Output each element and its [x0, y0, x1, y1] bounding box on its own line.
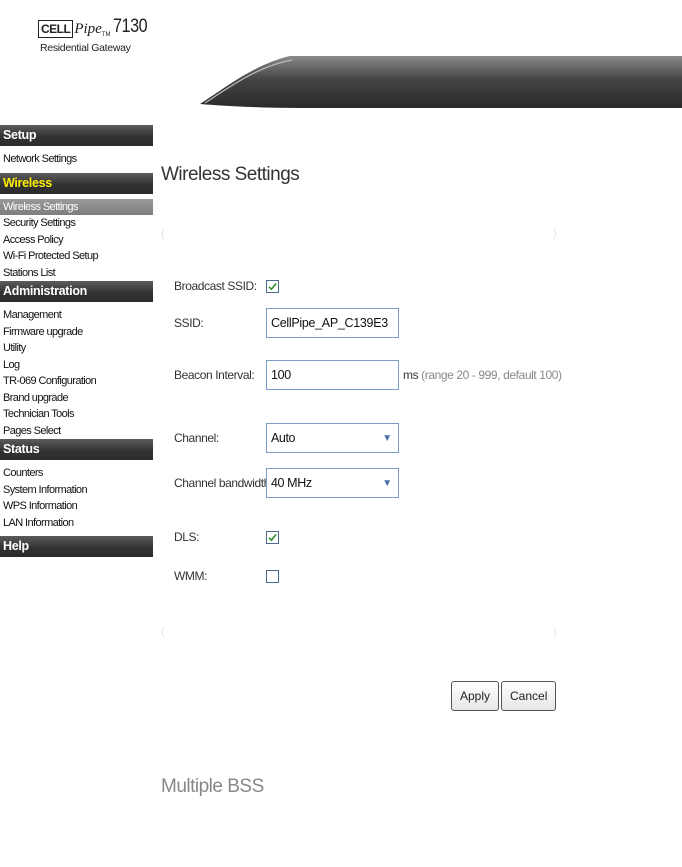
page-title: Wireless Settings — [161, 164, 300, 185]
logo-brand: CELL — [38, 20, 74, 38]
sidebar-item-network-settings[interactable]: Network Settings — [0, 151, 153, 168]
cancel-button[interactable]: Cancel — [501, 681, 557, 711]
chevron-down-icon: ▼ — [382, 432, 392, 444]
sidebar-item-technician-tools[interactable]: Technician Tools — [0, 406, 153, 423]
channel-bandwidth-select[interactable]: 40 MHz ▼ — [266, 468, 399, 498]
ssid-input[interactable] — [266, 308, 399, 338]
sidebar-item-stations-list[interactable]: Stations List — [0, 265, 153, 282]
wmm-label: WMM: — [174, 569, 208, 583]
checkmark-icon — [268, 282, 277, 290]
apply-button[interactable]: Apply — [451, 681, 500, 711]
box-corner: ( — [161, 228, 165, 240]
beacon-interval-unit: ms — [403, 368, 419, 382]
sidebar-item-wireless-settings[interactable]: Wireless Settings — [0, 198, 153, 215]
channel-select-value: Auto — [271, 431, 296, 445]
sidebar-item-access-policy[interactable]: Access Policy — [0, 232, 153, 249]
broadcast-ssid-row: Broadcast SSID: — [174, 278, 279, 294]
box-corner: ) — [553, 626, 557, 638]
broadcast-ssid-checkbox[interactable] — [266, 279, 279, 293]
checkmark-icon — [268, 533, 277, 541]
channel-bandwidth-row: Channel bandwidth: 40 MHz ▼ — [174, 468, 399, 498]
chevron-down-icon: ▼ — [382, 477, 392, 489]
channel-label: Channel: — [174, 431, 219, 445]
sidebar-item-counters[interactable]: Counters — [0, 465, 153, 482]
sidebar-section-wireless[interactable]: Wireless — [0, 172, 153, 194]
sidebar-item-log[interactable]: Log — [0, 357, 153, 374]
wmm-row: WMM: — [174, 568, 279, 584]
box-corner: ( — [161, 626, 165, 638]
sidebar-section-administration[interactable]: Administration — [0, 281, 153, 302]
channel-bandwidth-select-value: 40 MHz — [271, 476, 312, 490]
dls-row: DLS: — [174, 529, 279, 545]
multiple-bss-title: Multiple BSS — [161, 776, 264, 797]
beacon-interval-row: Beacon Interval: ms (range 20 - 999, def… — [174, 360, 562, 390]
broadcast-ssid-label: Broadcast SSID: — [174, 279, 257, 293]
logo-model: 7130 — [112, 16, 148, 37]
ssid-row: SSID: — [174, 308, 399, 338]
beacon-interval-hint: ms (range 20 - 999, default 100) — [403, 368, 562, 382]
main-content: Wireless Settings ( ) Broadcast SSID: SS… — [153, 120, 682, 867]
wmm-checkbox[interactable] — [266, 569, 279, 583]
sidebar-item-pages-select[interactable]: Pages Select — [0, 423, 153, 440]
dls-label: DLS: — [174, 530, 200, 544]
sidebar-nav: Setup Network Settings Wireless Wireless… — [0, 125, 153, 867]
sidebar-item-firmware-upgrade[interactable]: Firmware upgrade — [0, 324, 153, 341]
logo-brand-pipe: Pipe — [74, 21, 102, 37]
sidebar-item-management[interactable]: Management — [0, 307, 153, 324]
sidebar-section-setup[interactable]: Setup — [0, 125, 153, 146]
channel-row: Channel: Auto ▼ — [174, 423, 399, 453]
dls-checkbox[interactable] — [266, 530, 279, 544]
beacon-interval-label: Beacon Interval: — [174, 368, 255, 382]
beacon-interval-range: (range 20 - 999, default 100) — [421, 368, 562, 382]
sidebar-item-lan-information[interactable]: LAN Information — [0, 515, 153, 532]
sidebar-item-brand-upgrade[interactable]: Brand upgrade — [0, 390, 153, 407]
sidebar-item-tr069-configuration[interactable]: TR-069 Configuration — [0, 373, 153, 390]
sidebar-item-security-settings[interactable]: Security Settings — [0, 215, 153, 232]
ssid-label: SSID: — [174, 316, 204, 330]
logo-tagline: Residential Gateway — [40, 42, 131, 54]
sidebar-section-help[interactable]: Help — [0, 536, 153, 557]
box-corner: ) — [553, 228, 557, 240]
sidebar-item-system-information[interactable]: System Information — [0, 482, 153, 499]
sidebar-item-wps-information[interactable]: WPS Information — [0, 498, 153, 515]
logo-trademark: TM — [101, 32, 111, 38]
sidebar-item-utility[interactable]: Utility — [0, 340, 153, 357]
header: CELL Pipe TM 7130 Residential Gateway — [0, 0, 682, 120]
channel-bandwidth-label: Channel bandwidth: — [174, 476, 273, 490]
sidebar-item-wifi-protected-setup[interactable]: Wi-Fi Protected Setup — [0, 248, 153, 265]
channel-select[interactable]: Auto ▼ — [266, 423, 399, 453]
sidebar-section-status[interactable]: Status — [0, 439, 153, 460]
beacon-interval-input[interactable] — [266, 360, 399, 390]
cellpipe-logo: CELL Pipe TM 7130 Residential Gateway — [38, 10, 147, 54]
